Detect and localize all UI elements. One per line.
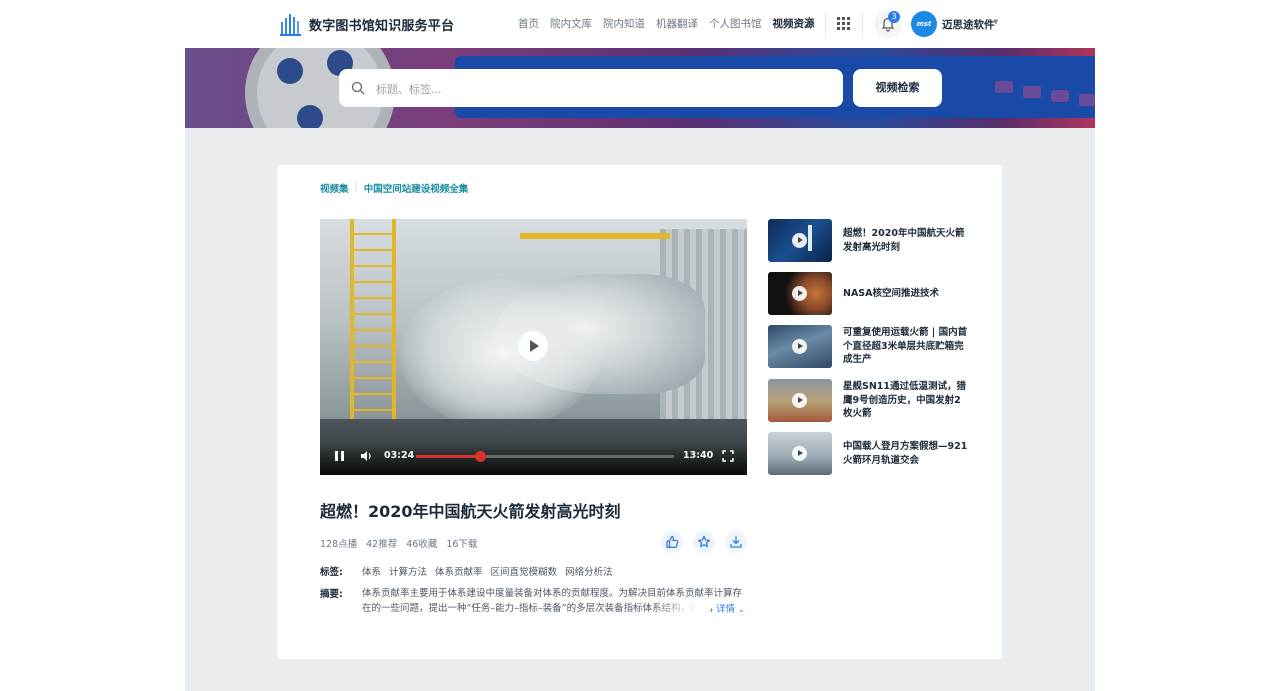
play-icon — [792, 339, 807, 354]
nav-item-knowledge[interactable]: 院内知道 — [603, 16, 645, 31]
related-video-item[interactable]: 超燃！2020年中国航天火箭发射高光时刻 — [768, 219, 968, 263]
progress-fill — [416, 455, 481, 458]
more-menu-icon[interactable]: ⋮ — [803, 16, 816, 30]
search-icon — [351, 81, 365, 95]
thumbs-up-icon — [666, 535, 679, 548]
site-title: 数字图书馆知识服务平台 — [309, 18, 455, 34]
total-time: 13:40 — [683, 450, 714, 461]
play-icon — [792, 286, 807, 301]
download-icon — [730, 536, 742, 548]
video-title: 超燃！2020年中国航天火箭发射高光时刻 — [320, 502, 621, 521]
tag[interactable]: 计算方法 — [389, 564, 427, 578]
nav-item-library[interactable]: 院内文库 — [550, 16, 592, 31]
breadcrumb: 视频集 | 中国空间站建设视频全集 — [320, 181, 468, 195]
chevron-down-icon[interactable]: ▼ — [993, 18, 998, 26]
video-thumbnail — [768, 272, 832, 315]
apps-grid-icon[interactable] — [837, 17, 850, 30]
related-video-title: 中国载人登月方案假想—921火箭环月轨道交会 — [843, 441, 968, 466]
username[interactable]: 迈思途软件 — [942, 17, 995, 32]
details-link[interactable]: 详情 ⌄ — [716, 601, 745, 615]
related-video-item[interactable]: NASA核空间推进技术 — [768, 272, 968, 316]
pause-icon[interactable] — [335, 451, 344, 461]
play-count: 128点播 — [320, 539, 358, 550]
related-video-item[interactable]: 可重复使用运载火箭 | 国内首个直径超3米单层共底贮箱完成生产 — [768, 325, 968, 369]
tag-list: 体系 计算方法 体系贡献率 区间直觉模糊数 网络分析法 — [362, 564, 621, 578]
breadcrumb-separator: | — [354, 181, 358, 192]
related-video-title: 星舰SN11通过低温测试，猎鹰9号创造历史，中国发射2枚火箭 — [843, 381, 967, 419]
play-icon — [792, 393, 807, 408]
avatar[interactable]: mst — [911, 11, 937, 37]
related-video-item[interactable]: 星舰SN11通过低温测试，猎鹰9号创造历史，中国发射2枚火箭 — [768, 379, 968, 423]
related-video-title: NASA核空间推进技术 — [843, 288, 939, 299]
notification-count-badge: 3 — [888, 11, 900, 23]
progress-bar[interactable] — [416, 451, 674, 462]
related-video-title: 超燃！2020年中国航天火箭发射高光时刻 — [843, 228, 965, 253]
video-player[interactable]: 03:24 13:40 — [320, 219, 747, 475]
breadcrumb-item-current[interactable]: 中国空间站建设视频全集 — [364, 181, 469, 195]
play-icon — [792, 446, 807, 461]
chevron-down-icon: ⌄ — [738, 605, 745, 614]
breadcrumb-item-collection[interactable]: 视频集 — [320, 181, 349, 195]
main-nav: 首页 院内文库 院内知道 机器翻译 个人图书馆 视频资源 — [518, 16, 826, 31]
video-thumbnail — [768, 379, 832, 422]
tag[interactable]: 体系贡献率 — [435, 564, 483, 578]
top-bar: 数字图书馆知识服务平台 首页 院内文库 院内知道 机器翻译 个人图书馆 视频资源… — [0, 0, 1280, 48]
play-icon — [792, 233, 807, 248]
site-logo[interactable]: 数字图书馆知识服务平台 — [280, 12, 454, 36]
nav-item-translation[interactable]: 机器翻译 — [656, 16, 698, 31]
video-search-button[interactable]: 视频检索 — [853, 69, 942, 107]
tag[interactable]: 区间直觉模糊数 — [491, 564, 558, 578]
abstract-label: 摘要: — [320, 589, 343, 600]
divider — [862, 12, 863, 38]
download-button[interactable] — [725, 531, 747, 553]
favorite-button[interactable] — [693, 531, 715, 553]
recommend-count: 42推荐 — [366, 539, 398, 550]
search-placeholder: 标题、标签... — [376, 83, 442, 96]
download-count: 16下载 — [446, 539, 478, 550]
video-thumbnail — [768, 219, 832, 262]
like-button[interactable] — [661, 531, 683, 553]
favorite-count: 46收藏 — [406, 539, 438, 550]
video-thumbnail — [768, 325, 832, 368]
related-video-item[interactable]: 中国载人登月方案假想—921火箭环月轨道交会 — [768, 432, 968, 476]
nav-item-home[interactable]: 首页 — [518, 16, 539, 31]
play-icon[interactable] — [518, 331, 548, 361]
tags-label: 标签: — [320, 567, 343, 578]
tag[interactable]: 体系 — [362, 564, 381, 578]
video-thumbnail — [768, 432, 832, 475]
star-icon — [698, 535, 710, 548]
fullscreen-icon[interactable] — [722, 450, 734, 462]
volume-icon[interactable] — [360, 449, 374, 463]
nav-item-personal-library[interactable]: 个人图书馆 — [709, 16, 762, 31]
related-video-title: 可重复使用运载火箭 | 国内首个直径超3米单层共底贮箱完成生产 — [843, 327, 968, 365]
current-time: 03:24 — [384, 450, 415, 461]
tag[interactable]: 网络分析法 — [565, 564, 613, 578]
divider — [825, 12, 826, 38]
details-label: 详情 — [716, 604, 736, 615]
video-stats: 128点播 42推荐 46收藏 16下载 — [320, 536, 486, 550]
library-logo-icon — [280, 14, 301, 36]
